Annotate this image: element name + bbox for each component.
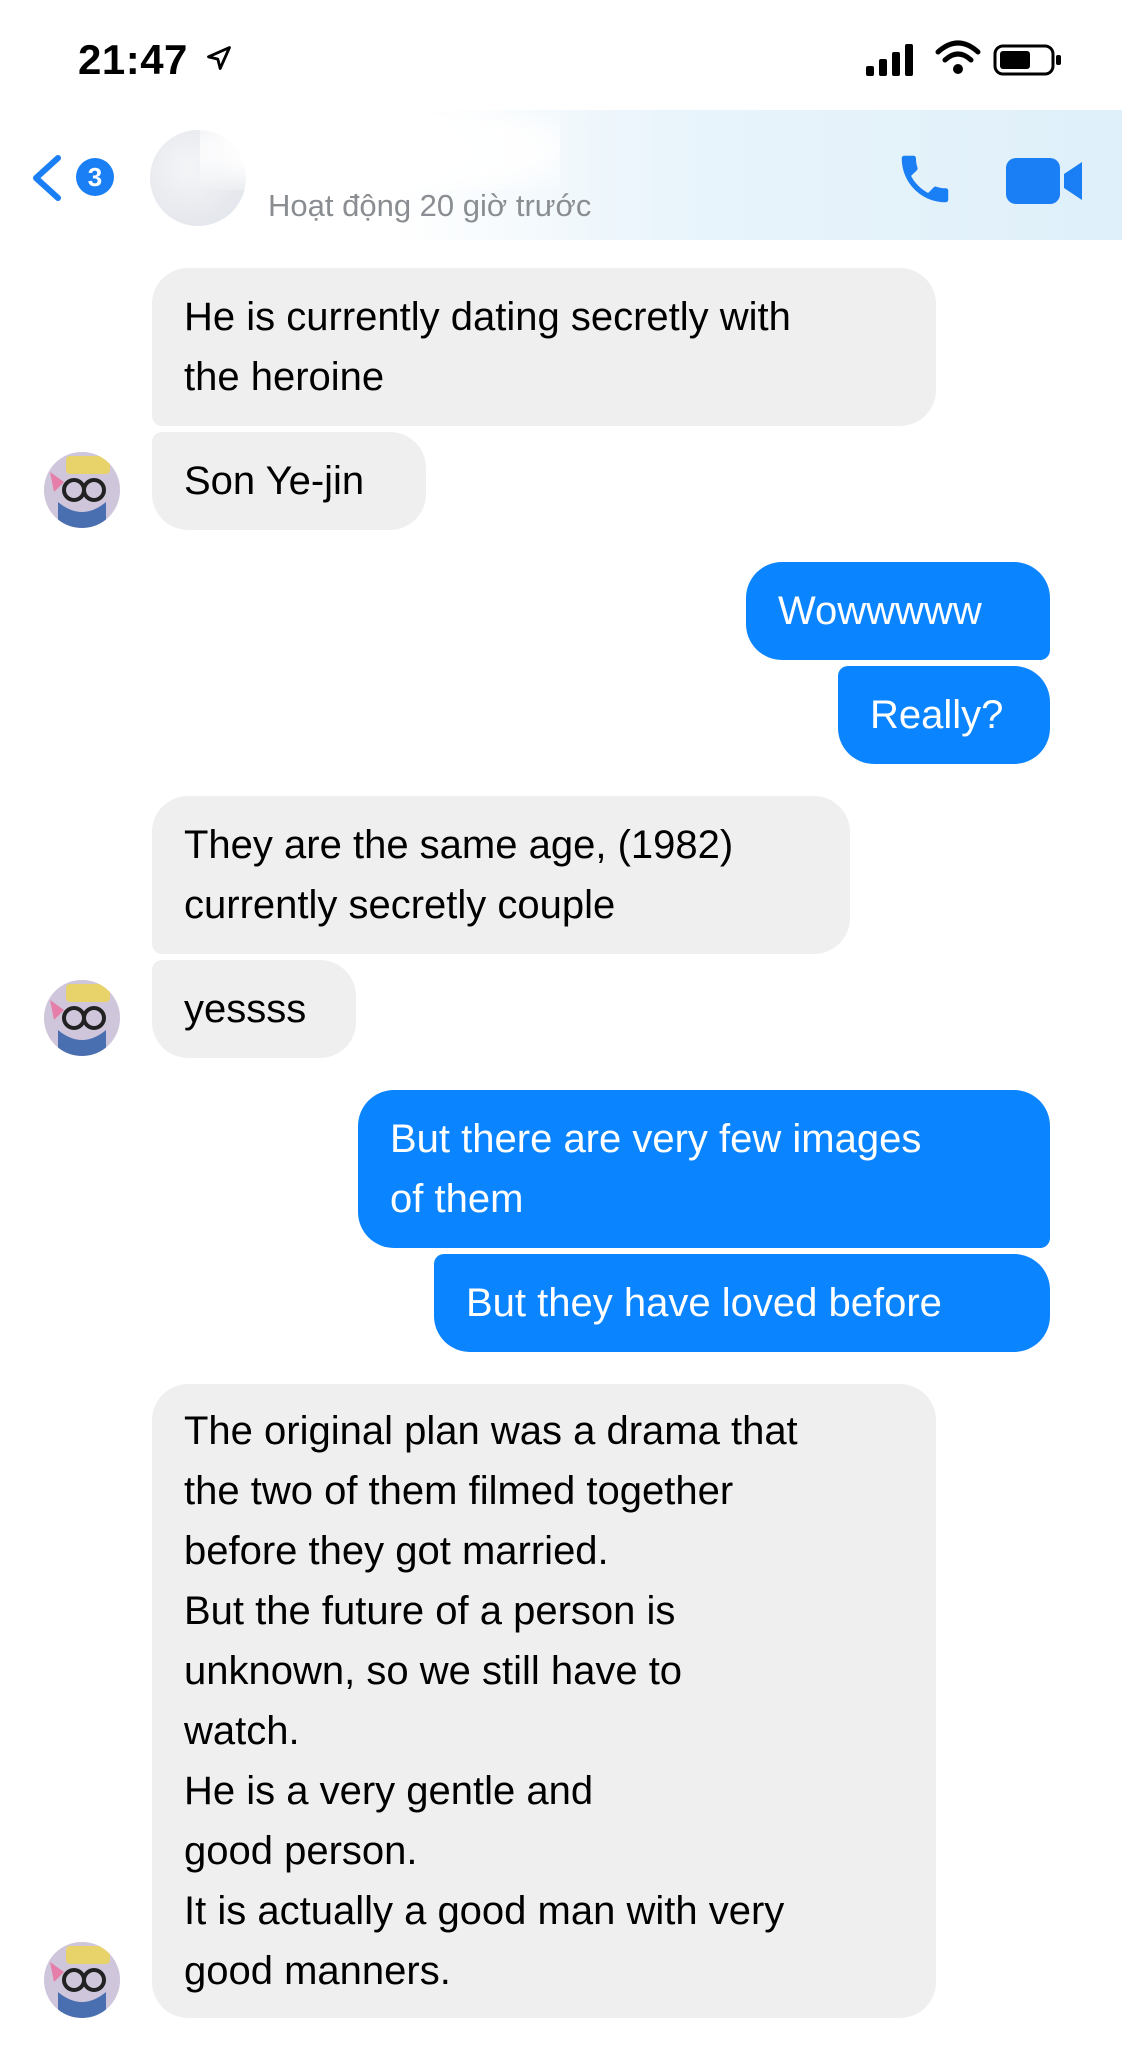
wifi-icon bbox=[935, 40, 981, 74]
message-text-line: before they got married. bbox=[184, 1529, 609, 1573]
message-text-line: He is currently dating secretly with bbox=[184, 295, 791, 339]
message-text-line: He is a very gentle and bbox=[184, 1769, 594, 1813]
chevron-left-icon bbox=[33, 155, 61, 201]
message-text-line: of them bbox=[390, 1177, 524, 1221]
arale-avatar-icon bbox=[44, 452, 120, 528]
contact-name-obscured bbox=[200, 110, 560, 190]
sender-avatar[interactable] bbox=[44, 1942, 120, 2018]
status-bar: 21:47 bbox=[0, 0, 1122, 120]
message-text-line: watch. bbox=[184, 1709, 300, 1753]
back-button[interactable]: 3 bbox=[30, 148, 140, 208]
message-bubble-outgoing[interactable]: Really? bbox=[838, 666, 1050, 764]
message-bubble-incoming[interactable]: yessss bbox=[152, 960, 356, 1058]
message-bubble-outgoing[interactable]: Wowwwww bbox=[746, 562, 1050, 660]
message-bubble-outgoing[interactable]: But they have loved before bbox=[434, 1254, 1050, 1352]
message-text-line: The original plan was a drama that bbox=[184, 1409, 798, 1453]
unread-count-badge: 3 bbox=[76, 158, 114, 196]
message-text-line: good person. bbox=[184, 1829, 418, 1873]
message-text-line: good manners. bbox=[184, 1949, 451, 1993]
message-text-line: Wowwwww bbox=[778, 589, 982, 633]
message-text-line: unknown, so we still have to bbox=[184, 1649, 683, 1693]
message-bubble-outgoing[interactable]: But there are very few images of them bbox=[358, 1090, 1050, 1248]
message-bubble-incoming[interactable]: Son Ye-jin bbox=[152, 432, 426, 530]
status-time: 21:47 bbox=[78, 36, 188, 83]
message-text-line: But they have loved before bbox=[466, 1281, 942, 1325]
message-bubble-incoming[interactable]: He is currently dating secretly with the… bbox=[152, 268, 936, 426]
message-text-line: Son Ye-jin bbox=[184, 459, 365, 503]
message-text-line: It is actually a good man with very bbox=[184, 1889, 785, 1933]
message-text-line: Really? bbox=[870, 693, 1004, 737]
cellular-signal-icon bbox=[866, 44, 913, 76]
message-text-line: the heroine bbox=[184, 355, 385, 399]
video-call-icon[interactable] bbox=[1006, 154, 1084, 208]
message-text-line: They are the same age, (1982) bbox=[184, 823, 734, 867]
conversation-header: 3 Hoạt động 20 giờ trước bbox=[0, 110, 1122, 240]
arale-avatar-icon bbox=[44, 1942, 120, 2018]
message-bubble-incoming[interactable]: The original plan was a drama that the t… bbox=[152, 1384, 936, 2018]
activity-status: Hoạt động 20 giờ trước bbox=[268, 188, 592, 223]
message-bubble-incoming[interactable]: They are the same age, (1982) currently … bbox=[152, 796, 850, 954]
arale-avatar-icon bbox=[44, 980, 120, 1056]
message-text-line: But there are very few images bbox=[390, 1117, 922, 1161]
battery-icon bbox=[993, 44, 1061, 76]
sender-avatar[interactable] bbox=[44, 980, 120, 1056]
message-text-line: the two of them filmed together bbox=[184, 1469, 734, 1513]
message-text-line: currently secretly couple bbox=[184, 883, 616, 927]
message-text-line: But the future of a person is bbox=[184, 1589, 676, 1633]
message-text-line: yessss bbox=[184, 987, 307, 1031]
location-arrow-icon bbox=[207, 46, 231, 70]
phone-call-icon[interactable] bbox=[894, 148, 956, 210]
sender-avatar[interactable] bbox=[44, 452, 120, 528]
